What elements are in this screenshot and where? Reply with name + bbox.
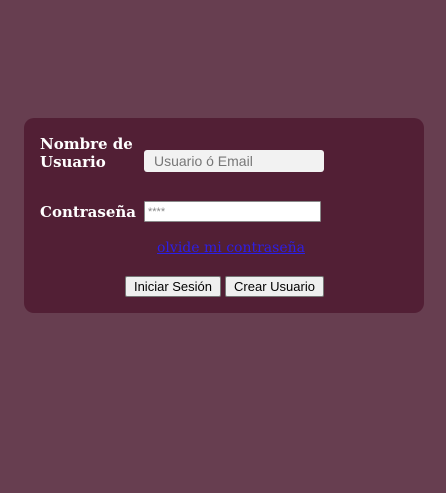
login-button[interactable]: Iniciar Sesión	[125, 276, 221, 297]
login-card: Nombre de Usuario Contraseña olvide mi c…	[24, 118, 424, 313]
password-label: Contraseña	[40, 203, 137, 221]
forgot-password-link[interactable]: olvide mi contraseña	[157, 239, 305, 257]
username-label: Nombre de Usuario	[40, 135, 133, 171]
username-input[interactable]	[144, 150, 324, 172]
create-user-button[interactable]: Crear Usuario	[225, 276, 324, 297]
password-input[interactable]	[144, 201, 321, 222]
